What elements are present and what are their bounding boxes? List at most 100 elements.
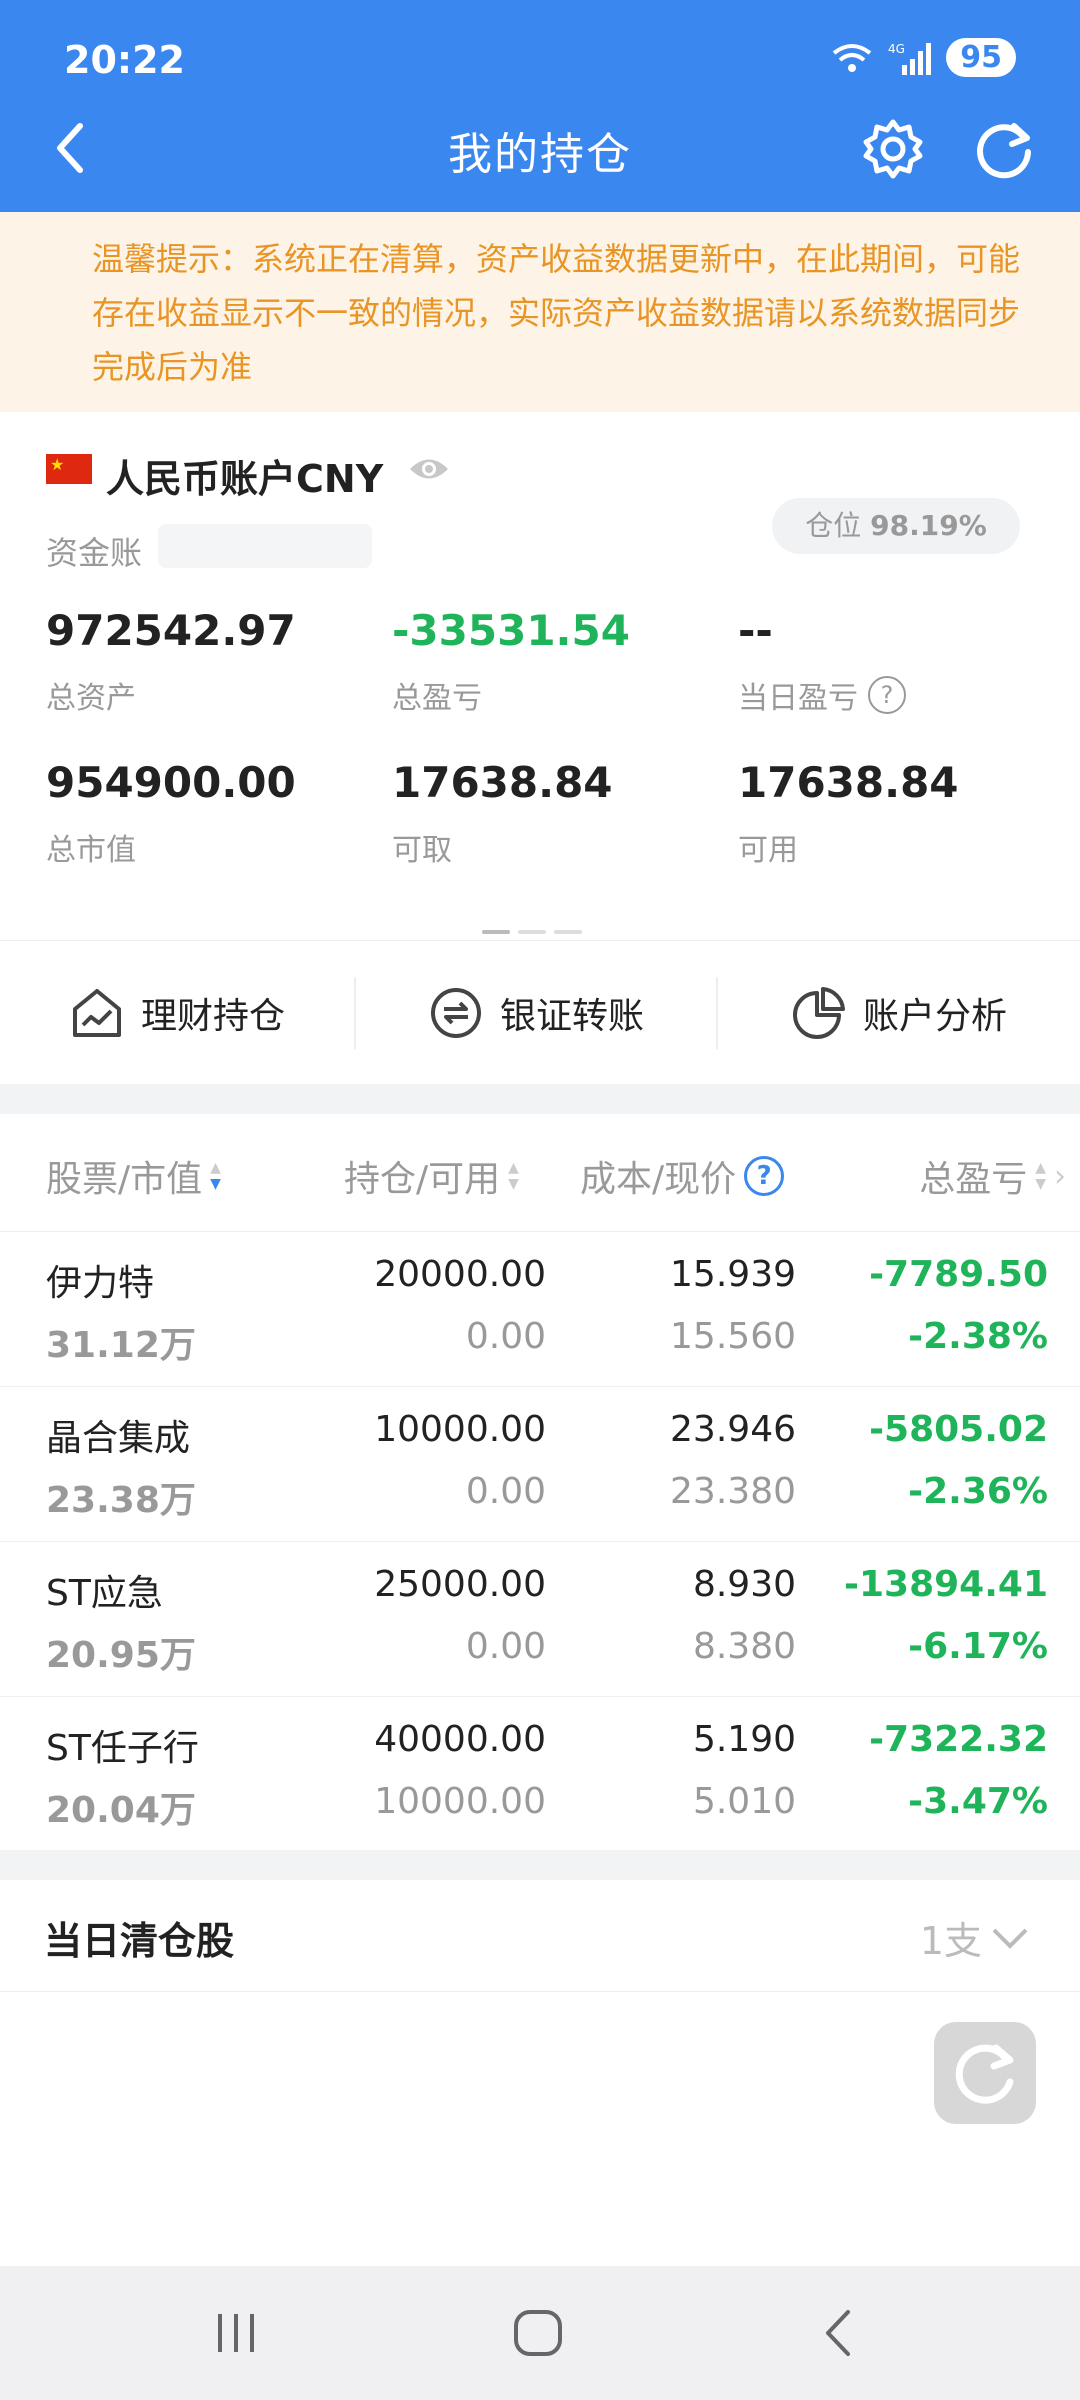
current-price: 8.380 [692,1626,796,1667]
notice-banner: 温馨提示：系统正在清算，资产收益数据更新中，在此期间，可能存在收益显示不一致的情… [0,212,1080,412]
masked-account-number [158,524,372,568]
home-icon[interactable] [508,2306,568,2360]
column-pnl[interactable]: 总盈亏 ▲ ▼ › [919,1150,1066,1202]
market-value: 20.04万 [46,1790,196,1831]
hold-qty: 20000.00 [374,1254,546,1295]
account-name: 人民币账户CNY [106,457,384,501]
holdings-table: 股票/市值 ▲ ▼ 持仓/可用 ▲ ▼ 成本/现价 ? 总盈亏 ▲ ▼ › 伊力特 3… [0,1114,1080,1850]
sort-icon: ▲ ▼ [508,1160,519,1192]
column-stock[interactable]: 股票/市值 ▲ ▼ [46,1150,221,1202]
current-price: 23.380 [670,1471,796,1512]
hold-qty: 40000.00 [374,1719,546,1760]
cost-price: 8.930 [692,1564,796,1605]
shortcut-label: 理财持仓 [140,996,285,1037]
pnl-percent: -6.17% [908,1626,1048,1667]
column-label: 总盈亏 [919,1159,1028,1200]
shortcut-bank-transfer[interactable]: 银证转账 [356,941,716,1085]
total-pnl: -7789.50 [869,1254,1048,1295]
position-label: 仓位 [805,509,862,542]
market-value: 20.95万 [46,1635,196,1676]
position-ratio-badge: 仓位 98.19% [772,498,1020,554]
wifi-icon [833,43,872,72]
empty-area [0,1992,1080,2266]
shortcut-wealth-holdings[interactable]: 理财持仓 [0,941,354,1085]
column-label: 股票/市值 [46,1159,203,1200]
market-value: 31.12万 [46,1325,196,1366]
metric-label: 可用 [738,833,798,868]
cleared-count-toggle[interactable]: 1支 [920,1910,1030,1965]
available-qty: 0.00 [465,1626,546,1667]
page-indicator [482,930,582,934]
column-cost[interactable]: 成本/现价 ? [580,1150,785,1202]
chart-house-icon [72,989,121,1037]
stock-name: ST应急 [46,1573,163,1614]
capital-account-label: 资金账 [46,534,143,572]
table-row[interactable]: 伊力特 31.12万 20000.00 0.00 15.939 15.560 -… [0,1232,1080,1387]
table-row[interactable]: 晶合集成 23.38万 10000.00 0.00 23.946 23.380 … [0,1387,1080,1542]
metric-value: -33531.54 [392,606,630,655]
cost-price: 23.946 [670,1409,796,1450]
cleared-title: 当日清仓股 [44,1919,235,1963]
metric-label: 总资产 [46,681,136,716]
refresh-icon[interactable] [974,118,1036,180]
account-card: ★ 人民币账户CNY 资金账 仓位 98.19% 972542.97 总资产 -… [0,412,1080,940]
cost-price: 15.939 [670,1254,796,1295]
shortcut-bar: 理财持仓 银证转账 账户分析 [0,940,1080,1084]
battery-indicator: 95 [946,38,1016,77]
cost-price: 5.190 [692,1719,796,1760]
pie-chart-icon [792,987,845,1039]
current-price: 15.560 [670,1316,796,1357]
current-price: 5.010 [692,1781,796,1822]
top-bar: 20:22 4G 95 我的持仓 [0,0,1080,212]
table-header: 股票/市值 ▲ ▼ 持仓/可用 ▲ ▼ 成本/现价 ? 总盈亏 ▲ ▼ › [0,1114,1080,1232]
metric-value: 954900.00 [46,758,296,807]
cn-flag-icon: ★ [46,454,92,484]
shortcut-label: 银证转账 [499,996,644,1037]
pnl-percent: -2.38% [908,1316,1048,1357]
sort-icon: ▲ ▼ [1035,1160,1046,1192]
metric-market-value: 954900.00 总市值 [46,758,296,869]
metric-label: 当日盈亏 [738,681,858,716]
total-pnl: -7322.32 [869,1719,1048,1760]
available-qty: 0.00 [465,1316,546,1357]
metric-withdrawable: 17638.84 可取 [392,758,613,869]
pnl-percent: -2.36% [908,1471,1048,1512]
transfer-icon [430,988,481,1038]
floating-refresh-button[interactable] [934,2022,1036,2124]
column-hold[interactable]: 持仓/可用 ▲ ▼ [344,1150,519,1202]
system-nav-bar [0,2266,1080,2400]
pnl-percent: -3.47% [908,1781,1048,1822]
eye-icon[interactable] [408,454,450,484]
metric-value: 17638.84 [392,758,613,807]
help-icon[interactable]: ? [868,676,906,714]
metric-total-pnl: -33531.54 总盈亏 [392,606,630,717]
hold-qty: 10000.00 [374,1409,546,1450]
status-time: 20:22 [64,38,185,82]
recent-apps-icon[interactable] [206,2306,266,2360]
metric-value: 972542.97 [46,606,296,655]
signal-icon: 4G [888,42,932,75]
help-icon[interactable]: ? [744,1156,785,1196]
available-qty: 0.00 [465,1471,546,1512]
chevron-down-icon [992,1928,1028,1949]
stock-name: 晶合集成 [46,1418,191,1459]
market-value: 23.38万 [46,1480,196,1521]
metric-value: 17638.84 [738,758,959,807]
metric-label: 可取 [392,833,452,868]
total-pnl: -5805.02 [869,1409,1048,1450]
chevron-right-icon[interactable]: › [1054,1159,1066,1194]
total-pnl: -13894.41 [844,1564,1048,1605]
table-row[interactable]: ST应急 20.95万 25000.00 0.00 8.930 8.380 -1… [0,1542,1080,1697]
svg-text:4G: 4G [888,42,905,56]
sort-icon: ▲ ▼ [210,1160,221,1192]
metric-daily-pnl: -- 当日盈亏? [738,606,906,717]
gear-icon[interactable] [862,118,924,180]
cleared-count: 1支 [919,1919,982,1963]
refresh-icon [955,2044,1014,2104]
shortcut-account-analysis[interactable]: 账户分析 [718,941,1080,1085]
metric-available: 17638.84 可用 [738,758,959,869]
table-row[interactable]: ST任子行 20.04万 40000.00 10000.00 5.190 5.0… [0,1697,1080,1852]
nav-back-icon[interactable] [810,2306,870,2360]
cleared-stocks-section[interactable]: 当日清仓股 1支 [0,1880,1080,1992]
hold-qty: 25000.00 [374,1564,546,1605]
